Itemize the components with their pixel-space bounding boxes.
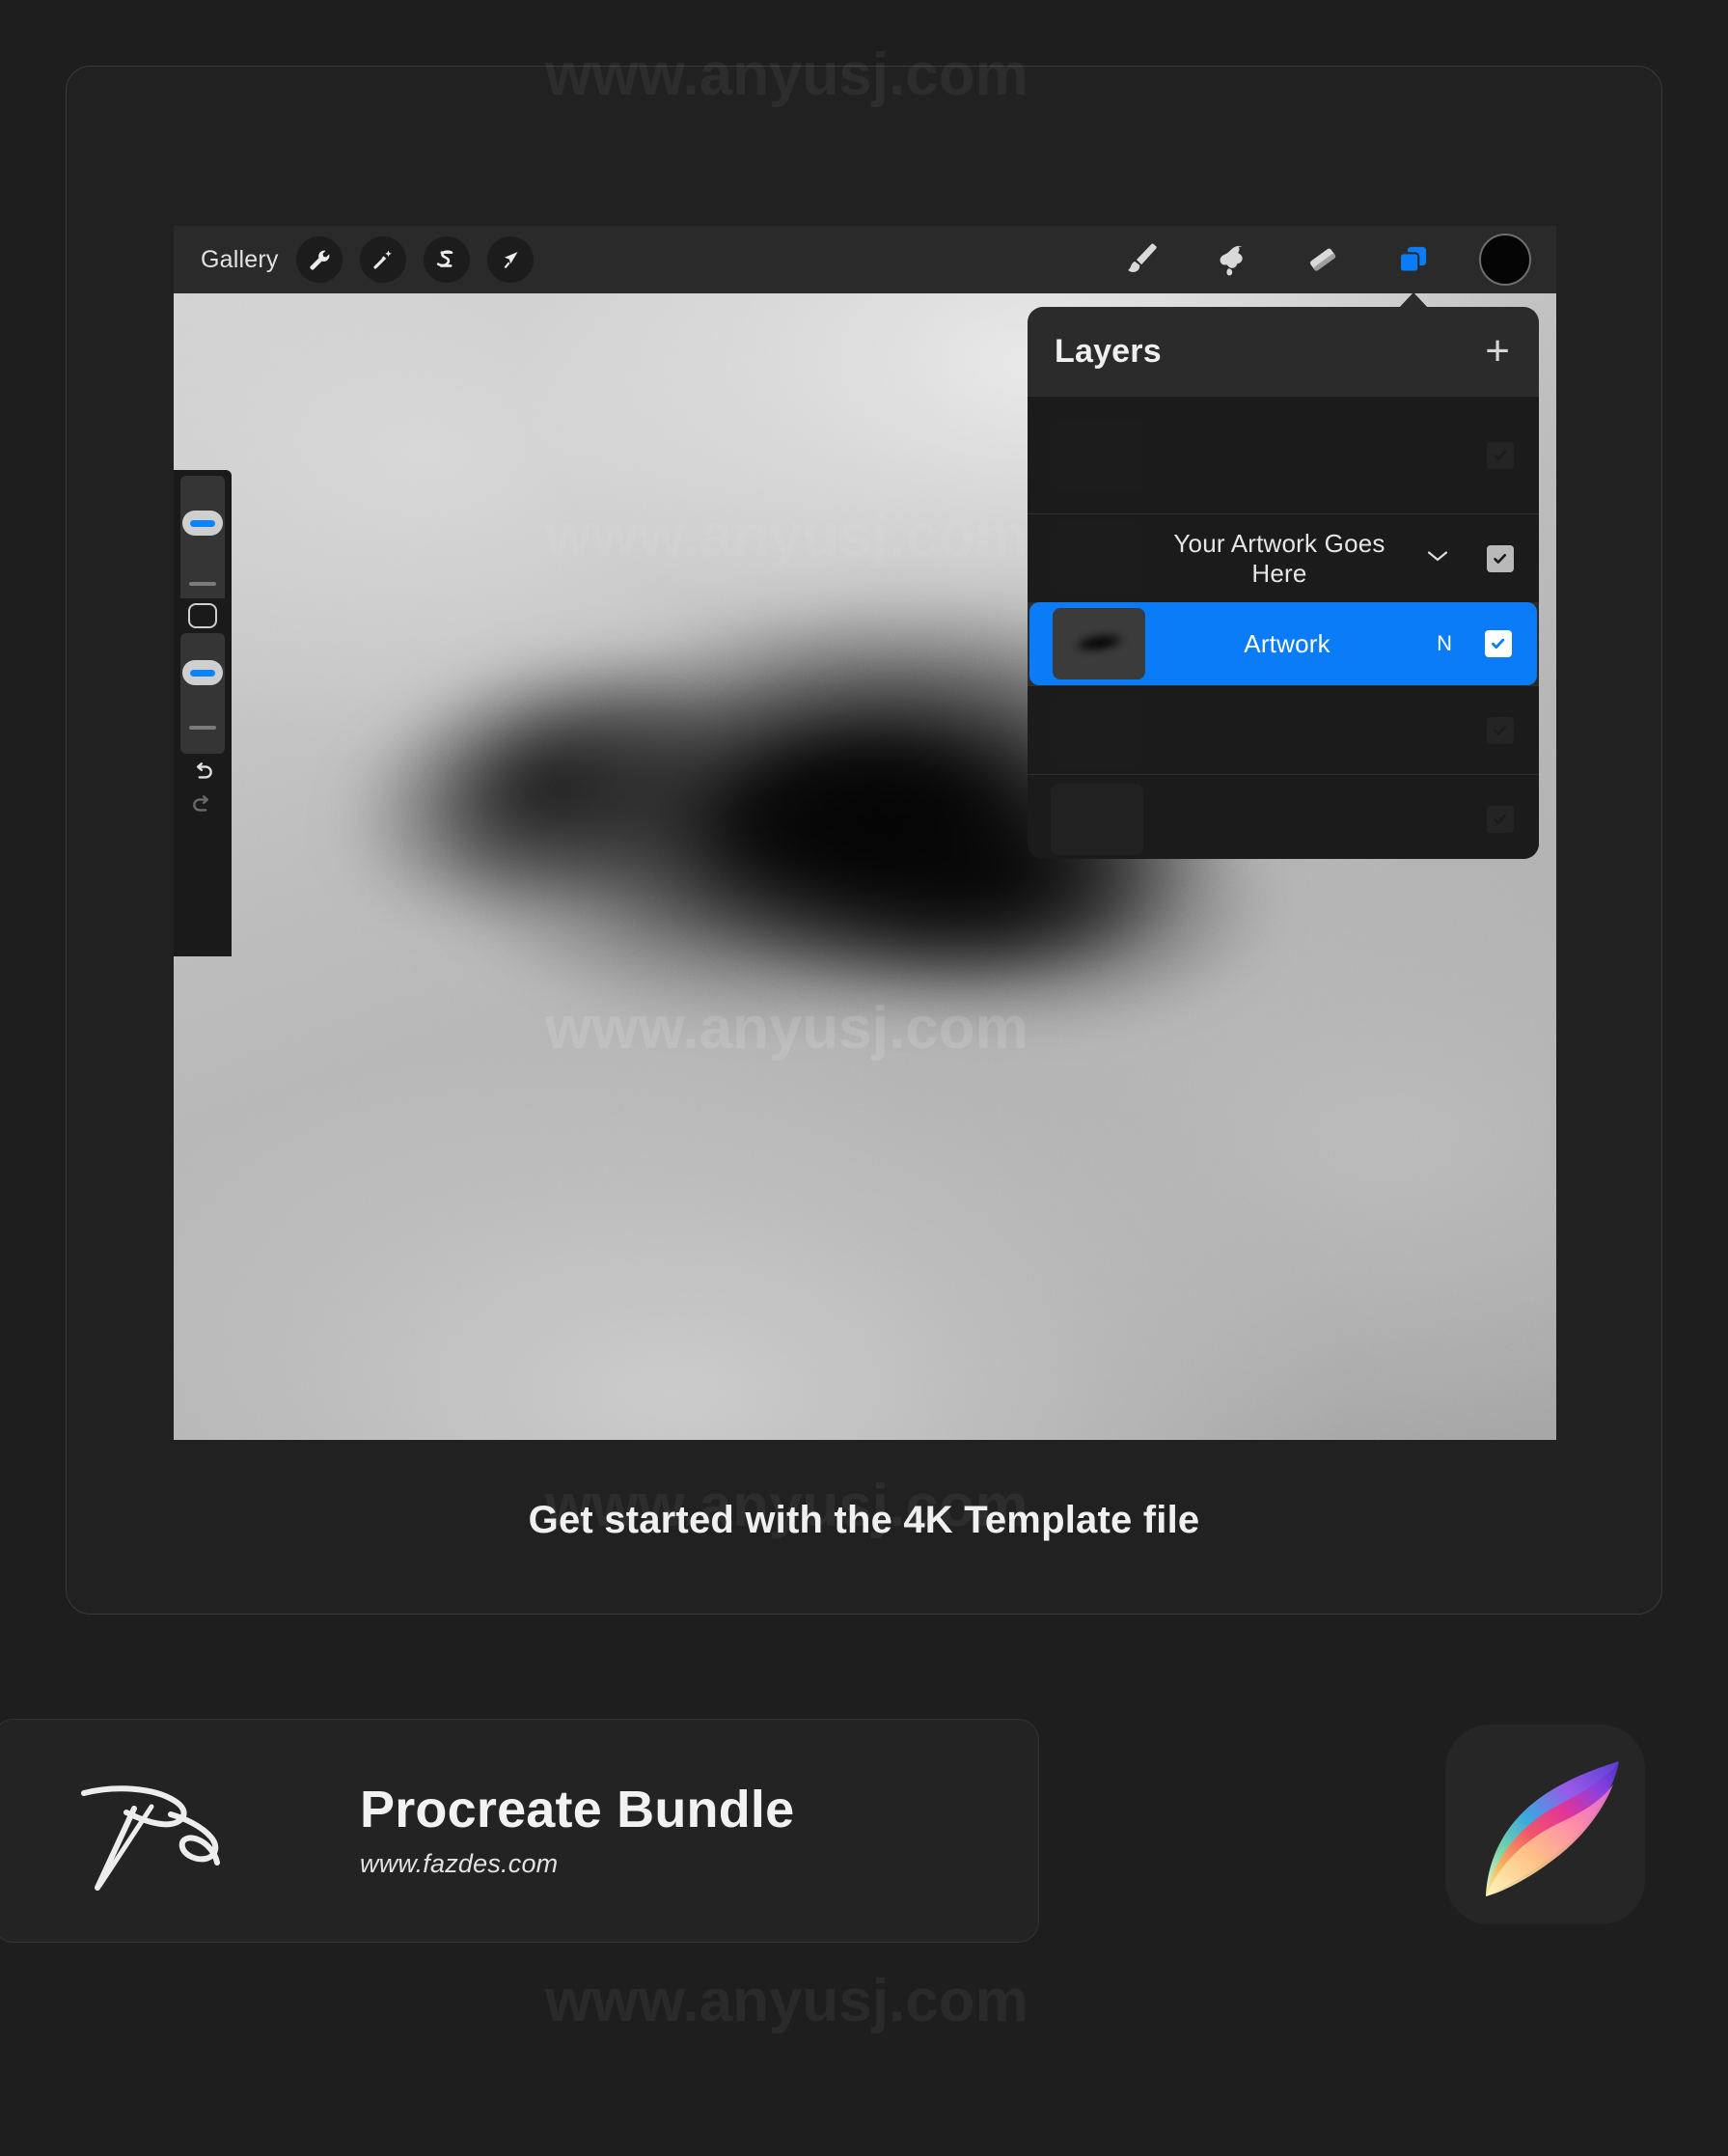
brush-opacity-slider-knob[interactable] <box>182 660 223 686</box>
app-toolbar: Gallery <box>174 226 1556 293</box>
watermark-text: www.anyusj.com <box>545 1968 1029 2034</box>
layer-visibility-checkbox[interactable] <box>1487 716 1514 744</box>
brand-url: www.fazdes.com <box>360 1848 559 1878</box>
layer-thumbnail <box>1051 783 1143 855</box>
layer-thumbnail <box>1053 608 1145 679</box>
layers-panel: Layers + Your Artwork Goes Here Artwork … <box>1028 307 1539 859</box>
layer-group-thumbnail <box>1051 522 1143 594</box>
slider-knob-bar <box>190 669 215 677</box>
brush-size-slider-knob[interactable] <box>182 511 223 536</box>
brand-title: Procreate Bundle <box>360 1781 795 1839</box>
layer-visibility-checkbox[interactable] <box>1485 630 1512 657</box>
layer-visibility-checkbox[interactable] <box>1487 805 1514 833</box>
brush-opacity-slider[interactable] <box>180 633 225 755</box>
transform-arrow-icon[interactable] <box>486 236 534 283</box>
slider-knob-bar <box>190 519 215 527</box>
layers-panel-caret <box>1398 292 1429 309</box>
layer-visibility-checkbox[interactable] <box>1487 544 1514 572</box>
brush-controls-sidebar <box>174 470 232 821</box>
layer-row-selected[interactable]: Artwork N <box>1029 602 1537 685</box>
add-layer-button[interactable]: + <box>1485 330 1510 373</box>
layers-panel-header: Layers + <box>1028 307 1539 396</box>
layer-row-group[interactable]: Your Artwork Goes Here <box>1028 513 1539 602</box>
layer-name: Your Artwork Goes Here <box>1173 528 1385 588</box>
layer-row[interactable] <box>1028 396 1539 513</box>
brand-bar: Procreate Bundle www.fazdes.com <box>0 1719 1039 1943</box>
caption-text: Get started with the 4K Template file <box>528 1499 1200 1541</box>
procreate-app-icon[interactable] <box>1445 1725 1645 1924</box>
gallery-button[interactable]: Gallery <box>201 246 279 274</box>
selection-icon[interactable] <box>423 236 470 283</box>
redo-icon[interactable] <box>188 792 217 817</box>
smudge-icon[interactable] <box>1207 235 1257 285</box>
toolbar-left-group: Gallery <box>174 236 534 283</box>
wrench-icon[interactable] <box>295 236 343 283</box>
layers-panel-title: Layers <box>1055 332 1162 370</box>
modify-button[interactable] <box>188 602 217 628</box>
eraser-icon[interactable] <box>1298 235 1348 285</box>
color-swatch-button[interactable] <box>1479 234 1531 286</box>
layer-thumbnail <box>1051 694 1143 766</box>
screenshot-root: www.anyusj.com www.anyusj.com www.anyusj… <box>0 0 1728 2156</box>
brand-text-block: Procreate Bundle www.fazdes.com <box>360 1783 794 1879</box>
layer-blend-mode[interactable]: N <box>1437 631 1452 656</box>
layers-icon[interactable] <box>1388 235 1439 285</box>
chevron-down-icon[interactable] <box>1423 546 1452 571</box>
layer-row[interactable] <box>1028 774 1539 859</box>
slider-tick-mark <box>189 582 216 586</box>
slider-tick-mark <box>189 726 216 731</box>
fazdes-signature-logo <box>81 1785 220 1891</box>
brush-size-slider[interactable] <box>180 476 225 598</box>
layer-row[interactable] <box>1028 685 1539 774</box>
layer-thumbnail-stroke <box>1066 627 1134 658</box>
toolbar-right-group <box>1116 234 1556 286</box>
layer-visibility-checkbox[interactable] <box>1487 441 1514 469</box>
paintbrush-icon[interactable] <box>1116 235 1166 285</box>
layer-thumbnail <box>1051 419 1143 491</box>
layer-name: Artwork <box>1244 628 1330 658</box>
undo-icon[interactable] <box>188 760 217 785</box>
magic-wand-icon[interactable] <box>359 236 406 283</box>
